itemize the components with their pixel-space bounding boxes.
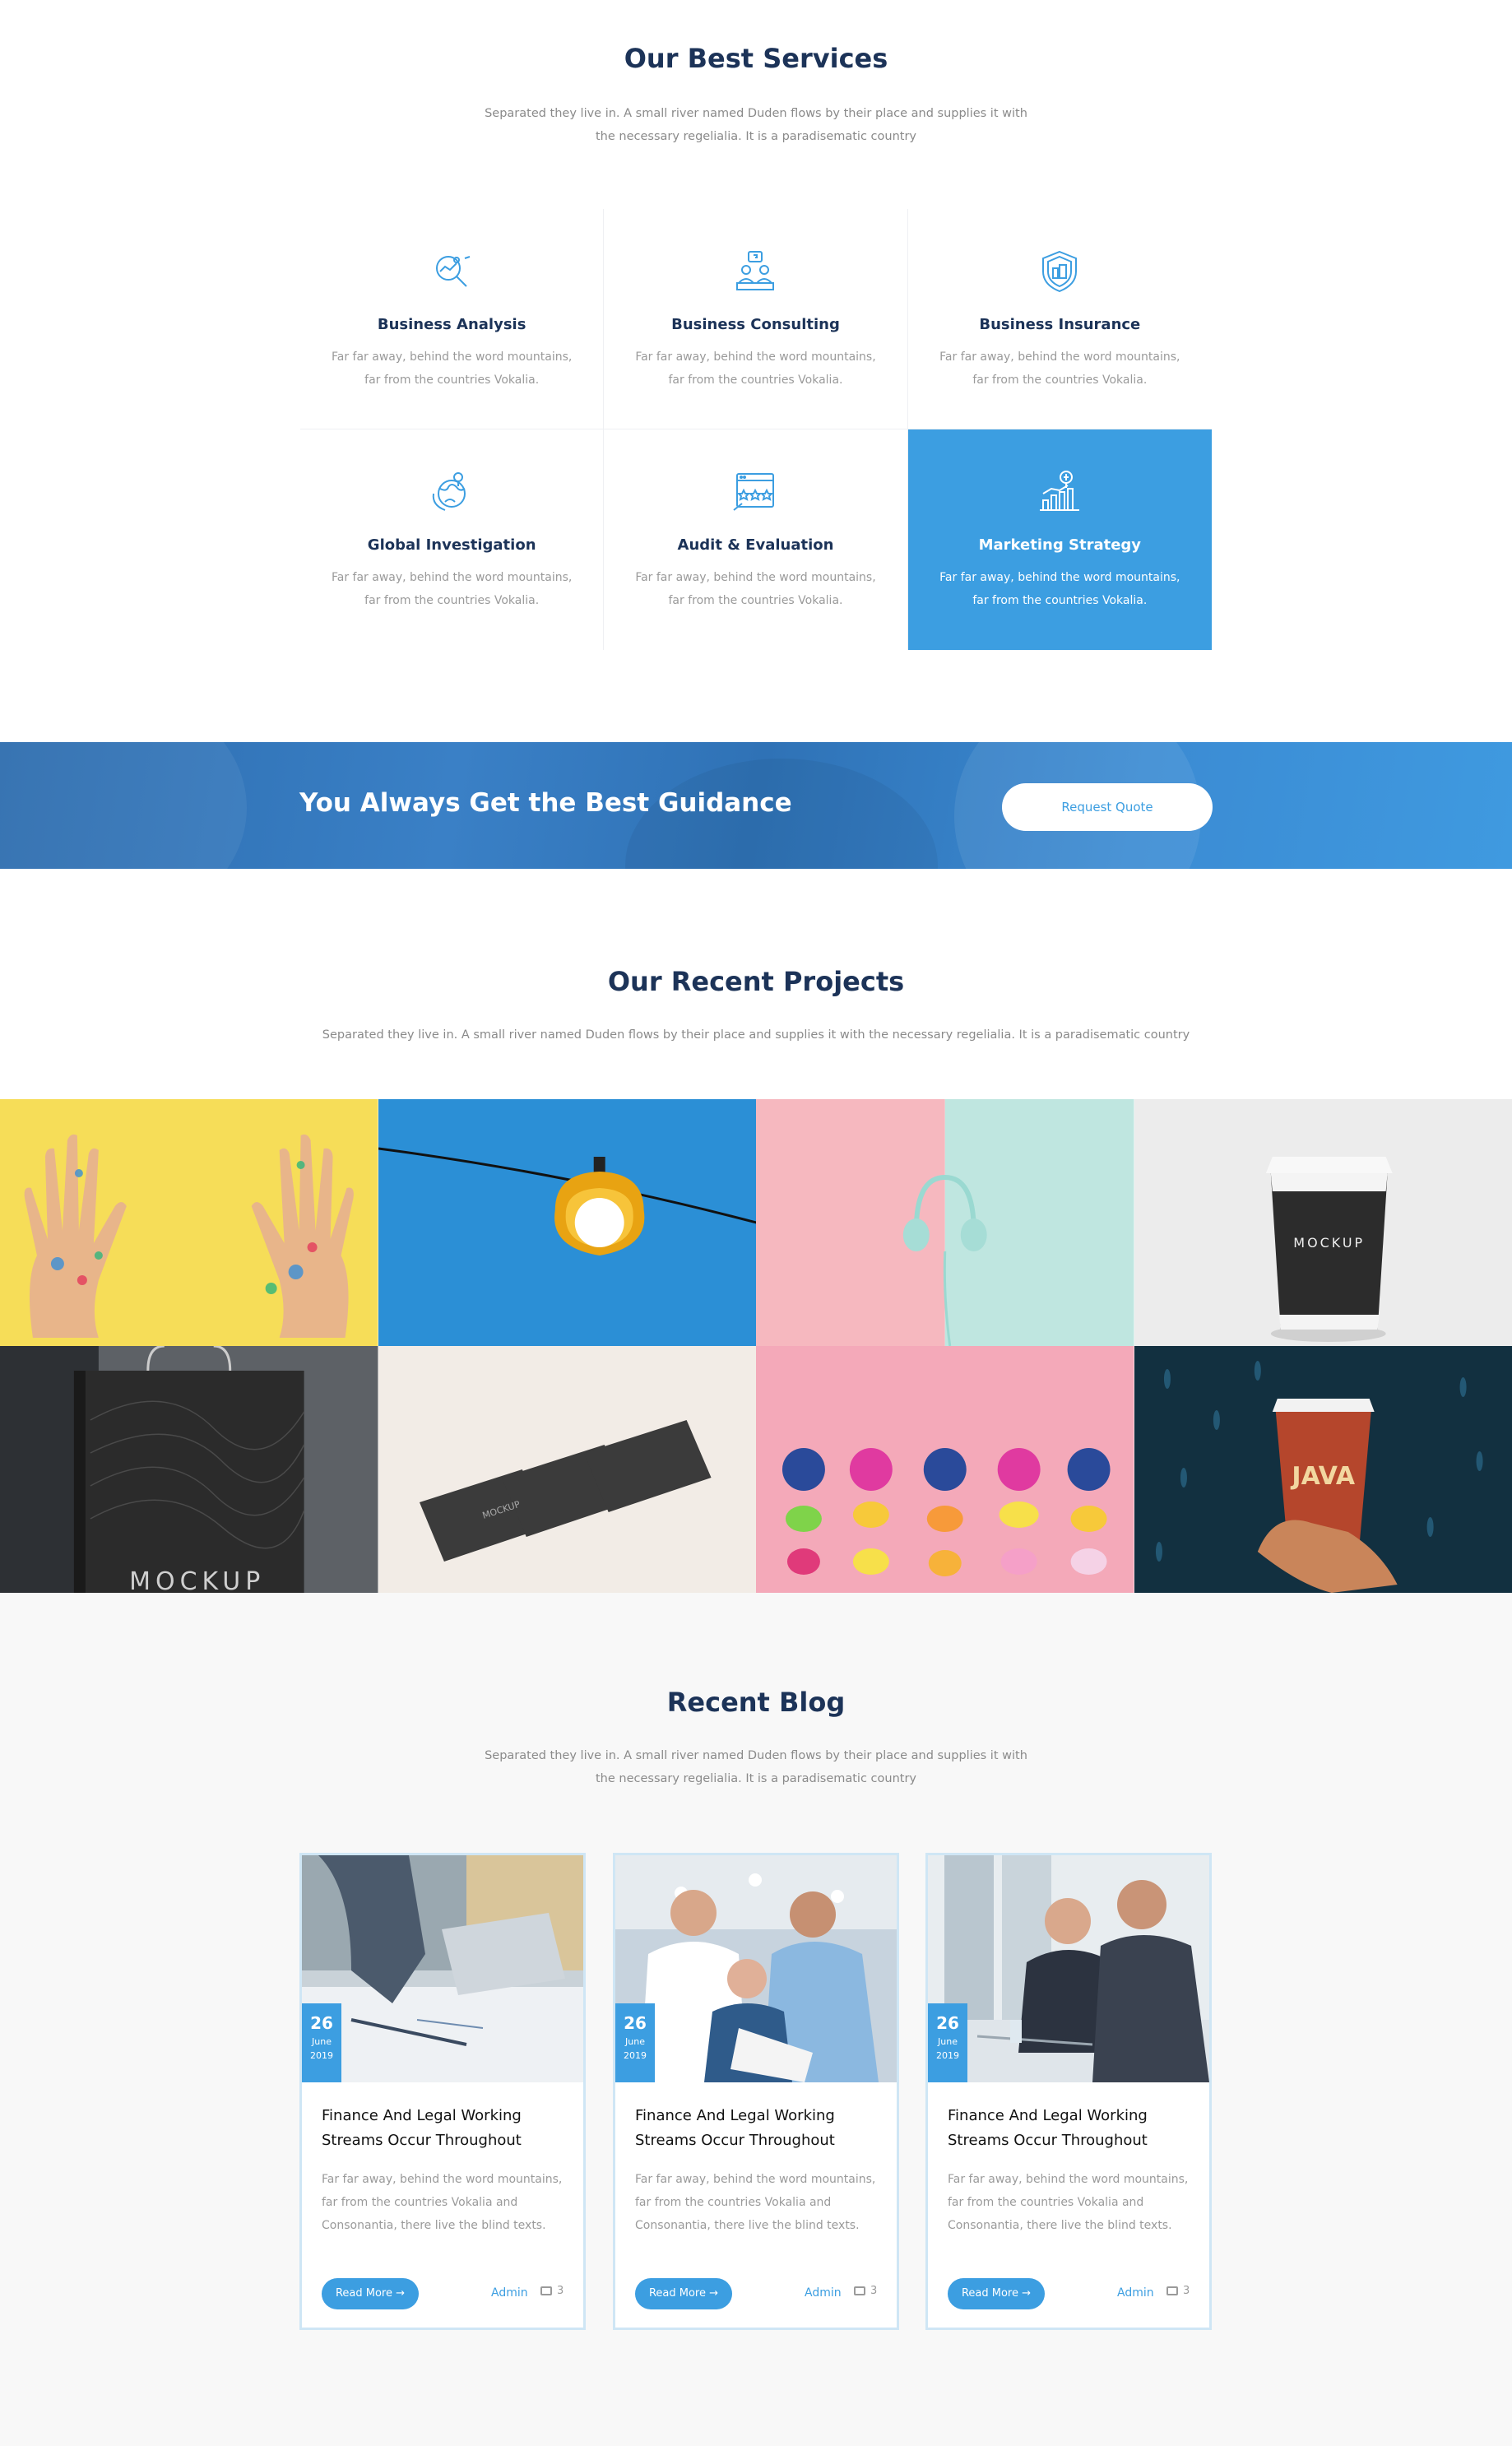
blog-author-link[interactable]: Admin [805, 2286, 842, 2300]
comments-count[interactable]: 3 [854, 2285, 877, 2297]
date-day: 26 [624, 2013, 647, 2033]
service-title: Business Insurance [979, 316, 1141, 333]
service-card-business-consulting[interactable]: Business Consulting Far far away, behind… [604, 209, 908, 429]
request-quote-button[interactable]: Request Quote [1002, 783, 1213, 831]
date-year: 2019 [936, 2050, 959, 2061]
project-business-cards-mockup[interactable]: MOCKUP [378, 1346, 756, 1593]
analysis-icon [429, 248, 475, 295]
date-month: June [625, 2036, 645, 2047]
guidance-banner: You Always Get the Best Guidance Request… [0, 742, 1512, 869]
service-card-business-analysis[interactable]: Business Analysis Far far away, behind t… [300, 209, 605, 429]
date-year: 2019 [310, 2050, 333, 2061]
blog-title: Recent Blog [666, 1687, 846, 1718]
read-more-button[interactable]: Read More → [635, 2278, 732, 2309]
blog-card[interactable]: 26 June 2019 Finance And Legal Working S… [613, 1853, 899, 2330]
banner-title: You Always Get the Best Guidance [299, 788, 792, 818]
service-text: Far far away, behind the word mountains,… [331, 350, 573, 387]
date-badge: 26 June 2019 [928, 2003, 967, 2082]
globe-icon [429, 469, 475, 515]
blog-post-title[interactable]: Finance And Legal Working Streams Occur … [322, 2104, 560, 2153]
blog-image-laptop-meeting[interactable] [302, 1855, 583, 2082]
read-more-button[interactable]: Read More → [322, 2278, 419, 2309]
project-coffee-cup-mockup[interactable]: MOCKUP [1134, 1099, 1512, 1346]
project-java-cup[interactable]: JAVA [1134, 1346, 1512, 1593]
comments-count[interactable]: 3 [540, 2285, 564, 2297]
blog-post-excerpt: Far far away, behind the word mountains,… [322, 2173, 563, 2232]
blog-image-team-review[interactable] [615, 1855, 897, 2082]
date-day: 26 [936, 2013, 959, 2033]
blog-image-business-meeting[interactable] [928, 1855, 1209, 2082]
blog-subtitle: Separated they live in. A small river na… [485, 1749, 1027, 1785]
service-title: Business Analysis [377, 316, 526, 333]
date-month: June [938, 2036, 958, 2047]
services-subtitle: Separated they live in. A small river na… [485, 107, 1027, 143]
comment-icon [540, 2286, 552, 2295]
comments-number: 3 [557, 2285, 564, 2297]
project-bag-mockup[interactable]: MOCKUP [0, 1346, 378, 1593]
banner-background-shape [0, 742, 247, 869]
projects-title: Our Recent Projects [607, 966, 905, 997]
services-title: Our Best Services [624, 43, 888, 74]
comment-icon [854, 2286, 865, 2295]
service-text: Far far away, behind the word mountains,… [635, 350, 876, 387]
date-month: June [312, 2036, 332, 2047]
comments-count[interactable]: 3 [1166, 2285, 1190, 2297]
service-title: Audit & Evaluation [677, 536, 834, 554]
service-card-global-investigation[interactable]: Global Investigation Far far away, behin… [300, 429, 605, 650]
blog-author-link[interactable]: Admin [491, 2286, 528, 2300]
projects-section: Our Recent Projects Separated they live … [0, 869, 1512, 1593]
comments-number: 3 [1183, 2285, 1190, 2297]
service-card-audit-evaluation[interactable]: Audit & Evaluation Far far away, behind … [604, 429, 908, 650]
service-card-marketing-strategy[interactable]: Marketing Strategy Far far away, behind … [907, 429, 1212, 650]
projects-subtitle: Separated they live in. A small river na… [322, 1028, 1190, 1042]
service-text: Far far away, behind the word mountains,… [939, 571, 1180, 607]
date-year: 2019 [624, 2050, 647, 2061]
project-yellow-lamp[interactable] [378, 1099, 756, 1346]
java-label: JAVA [1290, 1462, 1355, 1491]
blog-section: Recent Blog Separated they live in. A sm… [0, 1593, 1512, 2446]
blog-card[interactable]: 26 June 2019 Finance And Legal Working S… [299, 1853, 586, 2330]
service-title: Marketing Strategy [978, 536, 1142, 554]
blog-post-title[interactable]: Finance And Legal Working Streams Occur … [948, 2104, 1186, 2153]
comments-number: 3 [870, 2285, 878, 2297]
strategy-chart-icon [1037, 469, 1083, 515]
consulting-icon [732, 248, 778, 295]
blog-card[interactable]: 26 June 2019 Finance And Legal Working S… [925, 1853, 1212, 2330]
project-candies[interactable] [756, 1346, 1134, 1593]
bag-label: MOCKUP [129, 1567, 265, 1593]
services-grid: Business Analysis Far far away, behind t… [300, 209, 1212, 650]
blog-post-excerpt: Far far away, behind the word mountains,… [948, 2173, 1189, 2232]
read-more-button[interactable]: Read More → [948, 2278, 1045, 2309]
project-painted-hands[interactable] [0, 1099, 378, 1346]
insurance-shield-icon [1037, 248, 1083, 295]
audit-icon [732, 469, 778, 515]
service-text: Far far away, behind the word mountains,… [331, 571, 573, 607]
services-section: Our Best Services Separated they live in… [0, 0, 1512, 742]
projects-gallery: MOCKUP MOCKUP MOCKUP JAVA [0, 1099, 1512, 1593]
service-card-business-insurance[interactable]: Business Insurance Far far away, behind … [907, 209, 1212, 429]
date-badge: 26 June 2019 [302, 2003, 341, 2082]
service-title: Business Consulting [671, 316, 840, 333]
date-badge: 26 June 2019 [615, 2003, 655, 2082]
blog-author-link[interactable]: Admin [1117, 2286, 1154, 2300]
service-text: Far far away, behind the word mountains,… [635, 571, 876, 607]
service-text: Far far away, behind the word mountains,… [939, 350, 1180, 387]
cup-label: MOCKUP [1293, 1235, 1365, 1251]
blog-post-title[interactable]: Finance And Legal Working Streams Occur … [635, 2104, 874, 2153]
blog-post-excerpt: Far far away, behind the word mountains,… [635, 2173, 876, 2232]
date-day: 26 [310, 2013, 333, 2033]
service-title: Global Investigation [367, 536, 536, 554]
comment-icon [1166, 2286, 1178, 2295]
project-headphones[interactable] [756, 1099, 1134, 1346]
